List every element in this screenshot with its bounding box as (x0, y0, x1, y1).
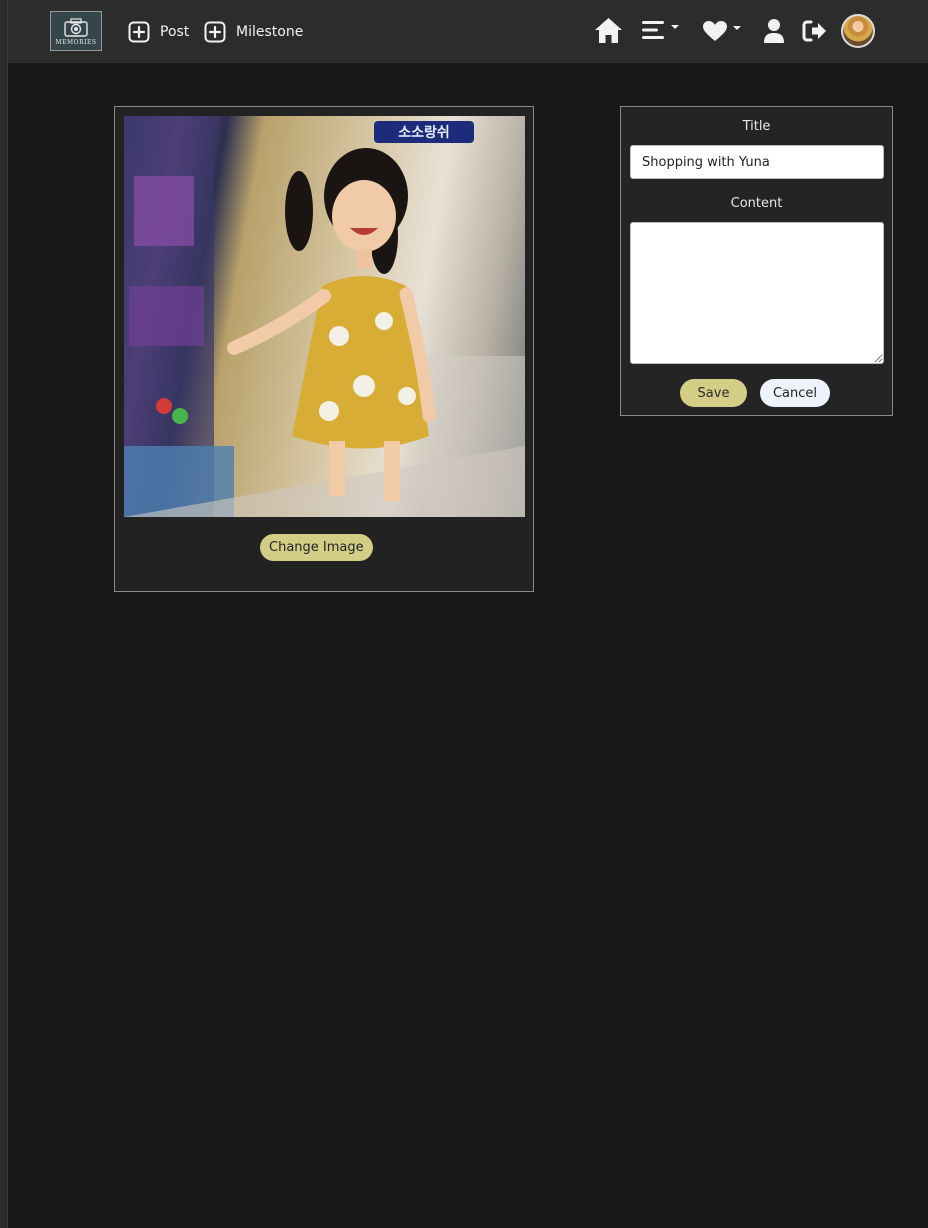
photo-illustration: 소소랑쉬 (124, 116, 525, 517)
home-button[interactable] (594, 16, 623, 44)
camera-logo-icon (64, 18, 88, 37)
caret-down-icon (733, 26, 741, 30)
logout-icon (802, 20, 826, 42)
favorites-dropdown[interactable] (702, 20, 742, 42)
categories-dropdown[interactable] (642, 20, 680, 40)
change-image-button[interactable]: Change Image (260, 534, 373, 561)
caret-down-icon (671, 25, 679, 29)
store-sign-text: 소소랑쉬 (398, 125, 450, 141)
content-textarea[interactable] (630, 222, 884, 364)
profile-button[interactable] (764, 18, 784, 44)
post-form-card: Title Content Save Cancel (620, 106, 893, 416)
user-icon (764, 19, 784, 43)
title-label: Title (742, 119, 771, 134)
plus-square-icon (204, 21, 226, 43)
new-milestone-link[interactable]: Milestone (204, 18, 303, 46)
memories-logo[interactable]: MEMORIES (50, 11, 102, 51)
heart-icon (703, 21, 727, 41)
post-photo: 소소랑쉬 (124, 116, 525, 517)
content-label: Content (730, 196, 783, 211)
cancel-button[interactable]: Cancel (760, 379, 830, 407)
image-card: 소소랑쉬 Change Image (114, 106, 534, 592)
post-label: Post (160, 24, 190, 40)
logo-text: MEMORIES (55, 39, 97, 46)
logout-button[interactable] (802, 19, 828, 43)
top-navbar: MEMORIES Post Milestone (8, 0, 928, 63)
menu-lines-icon (642, 21, 664, 39)
left-window-edge (0, 0, 8, 1228)
user-avatar[interactable] (841, 14, 875, 48)
new-post-link[interactable]: Post (128, 18, 189, 46)
title-input[interactable] (630, 145, 884, 179)
save-button[interactable]: Save (680, 379, 747, 407)
plus-square-icon (128, 21, 150, 43)
milestone-label: Milestone (236, 24, 304, 40)
home-icon (595, 18, 622, 43)
